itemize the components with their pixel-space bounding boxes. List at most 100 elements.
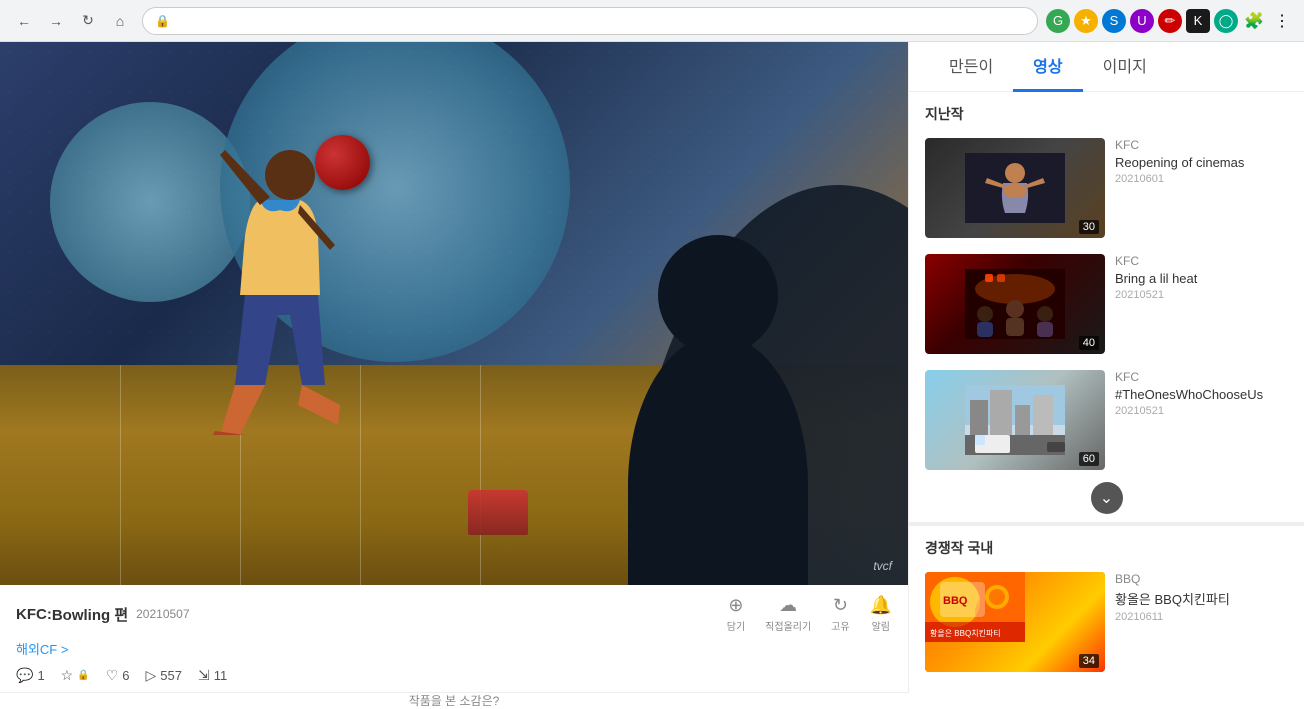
related-date-bbq: 20210611 — [1115, 611, 1288, 623]
lane-line-4 — [480, 365, 481, 585]
related-video-bbq[interactable]: BBQ 황올은 BBQ치킨파티 34 BBQ 황올은 BBQ치킨파티 — [909, 564, 1304, 680]
back-button[interactable]: ← — [10, 7, 38, 35]
video-actions: ⊕ 담기 ☁ 직접올리기 ↻ 고유 🔔 알림 — [727, 595, 892, 633]
video-brand: KFC — [16, 606, 47, 623]
lane-line-1 — [120, 365, 121, 585]
category-link[interactable]: 해외CF > — [16, 639, 892, 659]
bowler-figure — [160, 115, 380, 435]
related-date-1: 20210601 — [1115, 173, 1288, 185]
comment-stat[interactable]: 💬 1 — [16, 667, 45, 684]
right-panel: 만든이 영상 이미지 지난작 — [908, 42, 1304, 693]
like-stat[interactable]: ♡ 6 — [106, 667, 130, 684]
upload-label: 직접올리기 — [765, 618, 811, 633]
related-title-1: Reopening of cinemas — [1115, 155, 1288, 170]
ext-icon-puzzle: 🧩 — [1242, 9, 1266, 33]
ext-icon-5: ✏ — [1158, 9, 1182, 33]
related-brand-1: KFC — [1115, 138, 1288, 152]
lock-icon: 🔒 — [77, 670, 89, 681]
play-icon: ▷ — [145, 667, 156, 684]
comment-count: 1 — [37, 668, 44, 683]
alarm-label: 알림 — [872, 618, 890, 633]
forward-button[interactable]: → — [42, 7, 70, 35]
download-label: 담기 — [727, 618, 745, 633]
related-info-1: KFC Reopening of cinemas 20210601 — [1115, 138, 1288, 238]
related-video-3[interactable]: 60 KFC #TheOnesWhoChooseUs 20210521 — [909, 362, 1304, 478]
related-title-bbq: 황올은 BBQ치킨파티 — [1115, 589, 1288, 608]
svg-text:황올은 BBQ치킨파티: 황올은 BBQ치킨파티 — [930, 628, 1001, 638]
download-button[interactable]: ⊕ 담기 — [727, 595, 745, 633]
view-count: 557 — [160, 668, 182, 683]
related-brand-2: KFC — [1115, 254, 1288, 268]
main-layout: tvcf KFC : Bowling 편 20210507 ⊕ 담기 — [0, 42, 1304, 693]
nav-buttons: ← → ↻ ⌂ — [10, 7, 134, 35]
related-brand-bbq: BBQ — [1115, 572, 1288, 586]
tab-image[interactable]: 이미지 — [1083, 42, 1167, 92]
head-silhouette — [628, 235, 828, 585]
url-input[interactable]: play.tvcf.co.kr/827903 — [176, 13, 1025, 28]
tab-video[interactable]: 영상 — [1013, 42, 1082, 92]
comment-icon: 💬 — [16, 667, 33, 684]
related-title-2: Bring a lil heat — [1115, 271, 1288, 286]
feedback-row[interactable]: 작품을 본 소감은? — [16, 692, 892, 709]
video-stats: 💬 1 ☆ 🔒 ♡ 6 ▷ 557 ⇲ 11 — [16, 667, 892, 684]
video-area: tvcf KFC : Bowling 편 20210507 ⊕ 담기 — [0, 42, 908, 693]
alarm-icon: 🔔 — [870, 595, 892, 616]
thumb-bbq: BBQ 황올은 BBQ치킨파티 34 — [925, 572, 1105, 672]
reload-button[interactable]: ↻ — [74, 7, 102, 35]
related-brand-3: KFC — [1115, 370, 1288, 384]
scroll-down-area: ⌄ — [909, 478, 1304, 518]
video-subtitle: Bowling 편 — [52, 604, 128, 625]
category-text[interactable]: 해외CF > — [16, 642, 68, 657]
competition-label: 경쟁작 국내 — [909, 522, 1304, 564]
tab-bar: 만든이 영상 이미지 — [909, 42, 1304, 92]
share-stat-icon: ⇲ — [198, 667, 210, 684]
menu-icon[interactable]: ⋮ — [1270, 9, 1294, 33]
related-date-3: 20210521 — [1115, 405, 1288, 417]
ext-icon-6: K — [1186, 9, 1210, 33]
ext-icon-2: ★ — [1074, 9, 1098, 33]
thumb-duration-bbq: 34 — [1079, 654, 1099, 668]
svg-text:BBQ: BBQ — [943, 595, 968, 607]
past-works-label: 지난작 — [909, 92, 1304, 130]
share-count: 11 — [214, 668, 228, 683]
view-stat[interactable]: ▷ 557 — [145, 667, 181, 684]
thumb-3: 60 — [925, 370, 1105, 470]
bookmark-icon: ☆ — [61, 667, 74, 684]
like-count: 6 — [122, 668, 129, 683]
share-label: 고유 — [831, 618, 849, 633]
ext-icon-3: S — [1102, 9, 1126, 33]
browser-chrome: ← → ↻ ⌂ 🔒 play.tvcf.co.kr/827903 G ★ S U… — [0, 0, 1304, 42]
ext-icon-1: G — [1046, 9, 1070, 33]
upload-button[interactable]: ☁ 직접올리기 — [765, 595, 811, 633]
related-video-2[interactable]: 40 KFC Bring a lil heat 20210521 — [909, 246, 1304, 362]
bowling-scene: tvcf — [0, 42, 908, 585]
cup-item — [468, 490, 528, 535]
thumb-duration-1: 30 — [1079, 220, 1099, 234]
bookmark-stat[interactable]: ☆ 🔒 — [61, 667, 90, 684]
video-date: 20210507 — [136, 607, 189, 621]
tab-madeni[interactable]: 만든이 — [929, 42, 1013, 92]
thumb-2: 40 — [925, 254, 1105, 354]
ext-icon-4: U — [1130, 9, 1154, 33]
related-date-2: 20210521 — [1115, 289, 1288, 301]
video-player[interactable]: tvcf — [0, 42, 908, 585]
video-info-bar: KFC : Bowling 편 20210507 ⊕ 담기 ☁ 직접올리기 — [0, 585, 908, 693]
scroll-down-button[interactable]: ⌄ — [1091, 482, 1123, 514]
related-video-1[interactable]: 30 KFC Reopening of cinemas 20210601 — [909, 130, 1304, 246]
share-icon: ↻ — [833, 595, 848, 616]
address-bar[interactable]: 🔒 play.tvcf.co.kr/827903 — [142, 7, 1038, 35]
thumb-duration-2: 40 — [1079, 336, 1099, 350]
feedback-text: 작품을 본 소감은? — [409, 694, 500, 708]
home-button[interactable]: ⌂ — [106, 7, 134, 35]
related-info-bbq: BBQ 황올은 BBQ치킨파티 20210611 — [1115, 572, 1288, 672]
ext-icon-7: ◯ — [1214, 9, 1238, 33]
video-title-row: KFC : Bowling 편 20210507 ⊕ 담기 ☁ 직접올리기 — [16, 595, 892, 633]
share-button[interactable]: ↻ 고유 — [831, 595, 849, 633]
heart-icon: ♡ — [106, 667, 119, 684]
alarm-button[interactable]: 🔔 알림 — [870, 595, 892, 633]
competition-section: 경쟁작 국내 BBQ — [909, 518, 1304, 680]
title-group: KFC : Bowling 편 20210507 — [16, 604, 190, 625]
watermark: tvcf — [873, 559, 892, 573]
upload-icon: ☁ — [779, 595, 797, 616]
share-stat[interactable]: ⇲ 11 — [198, 667, 227, 684]
